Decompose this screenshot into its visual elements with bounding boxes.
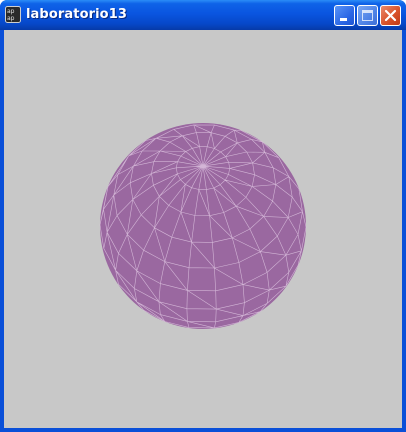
svg-text:ap: ap xyxy=(7,15,15,22)
sketch-canvas[interactable] xyxy=(4,30,402,428)
svg-text:ap: ap xyxy=(7,8,15,15)
maximize-button[interactable] xyxy=(357,5,378,26)
close-button[interactable] xyxy=(380,5,401,26)
processing-app-icon: ap ap xyxy=(5,6,21,23)
wireframe-sphere xyxy=(99,123,307,329)
minimize-button[interactable] xyxy=(334,5,355,26)
window-title: laboratorio13 xyxy=(26,7,127,22)
application-window: ap ap laboratorio13 xyxy=(0,0,406,432)
close-icon xyxy=(384,9,397,22)
maximize-icon xyxy=(362,10,373,21)
sphere-viewport xyxy=(99,123,307,329)
title-bar[interactable]: ap ap laboratorio13 xyxy=(0,0,406,30)
minimize-icon xyxy=(340,18,347,21)
